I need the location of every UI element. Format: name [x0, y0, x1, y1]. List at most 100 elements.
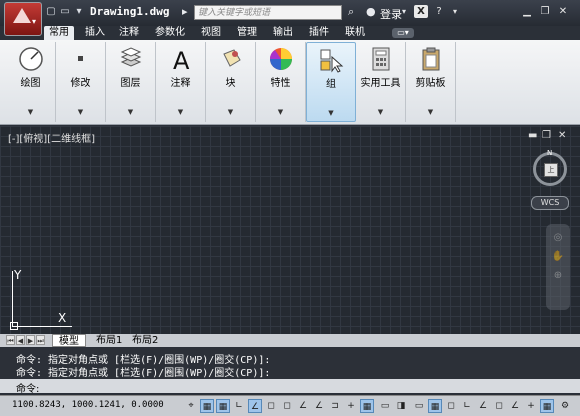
tab-annotate[interactable]: 注释	[114, 26, 144, 40]
drawing-viewport[interactable]: [-][俯视][二维线框] ▬ ❐ ✕ N 上 WCS ◎ ✋ ⊕ Y X	[0, 126, 580, 334]
selection-cycling-icon[interactable]: ◨	[394, 399, 408, 413]
quick-access-dropdown-icon[interactable]: ▾	[72, 6, 86, 18]
zoom-icon[interactable]: ⊕	[546, 270, 570, 281]
grid-toggle-icon[interactable]: ▦	[428, 399, 442, 413]
close-button[interactable]: ✕	[556, 5, 570, 18]
infer-constraints-icon[interactable]: ⌖	[184, 399, 198, 413]
open-file-icon[interactable]: ▭	[58, 6, 72, 18]
autocad-logo-icon	[13, 8, 31, 23]
ucs-origin-marker	[10, 322, 18, 330]
layout-tab-layout2[interactable]: 布局2	[126, 334, 164, 347]
first-layout-arrow-icon[interactable]: ⏮	[6, 335, 15, 345]
panel-draw[interactable]: 绘图 ▼	[6, 42, 56, 122]
object-snap-tracking-icon[interactable]: ∠	[296, 399, 310, 413]
chevron-down-icon[interactable]: ▼	[106, 108, 155, 116]
grid-display-icon[interactable]: ▦	[216, 399, 230, 413]
tab-insert[interactable]: 插入	[80, 26, 110, 40]
cursor-coordinates: 1100.8243, 1000.1241, 0.0000	[12, 400, 164, 410]
command-history: 命令: 指定对角点或 [栏选(F)/圈围(WP)/圈交(CP)]: 命令: 指定…	[0, 348, 580, 379]
command-input[interactable]: 命令:	[0, 379, 580, 395]
ribbon-minimize-toggle[interactable]: ▭▾	[392, 28, 414, 38]
application-menu-button[interactable]: ▾	[4, 2, 42, 36]
panel-annotation[interactable]: A 注释 ▼	[156, 42, 206, 122]
chevron-down-icon[interactable]: ▼	[307, 109, 355, 117]
chevron-down-icon[interactable]: ▼	[256, 108, 305, 116]
panel-block[interactable]: 块 ▼	[206, 42, 256, 122]
search-arrow-icon[interactable]: ▸	[182, 5, 188, 18]
model-space-icon[interactable]: ▭	[412, 399, 426, 413]
calculator-icon	[372, 47, 389, 71]
restore-button[interactable]: ❐	[538, 5, 552, 18]
lineweight-icon[interactable]: +	[344, 399, 358, 413]
minimize-button[interactable]: ▁	[520, 5, 534, 18]
workspace-icon[interactable]: ⚙	[558, 399, 572, 413]
object-snap-icon[interactable]: ◻	[264, 399, 278, 413]
layout-tab-model[interactable]: 模型	[52, 334, 86, 347]
navigation-bar[interactable]: ◎ ✋ ⊕	[546, 224, 570, 310]
help-dropdown-icon[interactable]: ▾	[448, 5, 462, 18]
viewcube-top-face[interactable]: 上	[544, 163, 558, 177]
snap-mode-icon[interactable]: ▦	[200, 399, 214, 413]
tab-manage[interactable]: 管理	[232, 26, 262, 40]
tab-view[interactable]: 视图	[196, 26, 226, 40]
viewcube[interactable]: N 上	[533, 149, 567, 186]
last-layout-arrow-icon[interactable]: ⏭	[36, 335, 45, 345]
chevron-down-icon[interactable]: ▼	[56, 108, 105, 116]
3d-object-snap-icon[interactable]: ◻	[280, 399, 294, 413]
viewport-close-icon[interactable]: ✕	[558, 130, 566, 141]
exchange-app-button[interactable]: X	[414, 5, 428, 18]
block-icon	[222, 49, 241, 67]
user-icon: ●	[366, 5, 376, 18]
panel-properties[interactable]: 特性 ▼	[256, 42, 306, 122]
dynamic-input-icon[interactable]: ⊐	[328, 399, 342, 413]
wcs-menu[interactable]: WCS	[531, 196, 569, 210]
panel-draw-label: 绘图	[20, 78, 41, 89]
otrack-toggle-icon[interactable]: ∠	[508, 399, 522, 413]
binoculars-icon[interactable]: ⌕	[348, 5, 354, 19]
next-layout-arrow-icon[interactable]: ▶	[26, 335, 35, 345]
chevron-down-icon[interactable]: ▼	[356, 108, 405, 116]
command-prompt-label: 命令:	[16, 384, 40, 395]
login-dropdown-icon[interactable]: ▾	[402, 7, 406, 16]
transparency-icon[interactable]: ▦	[360, 399, 374, 413]
chevron-down-icon[interactable]: ▼	[156, 108, 205, 116]
modify-icon	[77, 56, 83, 61]
login-link[interactable]: 登录	[380, 6, 402, 22]
search-input[interactable]: 键入关键字或短语	[194, 5, 342, 20]
pan-hand-icon[interactable]: ✋	[546, 251, 570, 262]
dynamic-ucs-icon[interactable]: ∠	[312, 399, 326, 413]
tab-output[interactable]: 输出	[268, 26, 298, 40]
viewport-restore-icon[interactable]: ❐	[542, 130, 551, 141]
tab-home[interactable]: 常用	[44, 26, 74, 40]
chevron-down-icon[interactable]: ▼	[206, 108, 255, 116]
viewport-controls-label[interactable]: [-][俯视][二维线框]	[8, 130, 95, 145]
help-button[interactable]: ?	[432, 5, 446, 18]
panel-annotation-label: 注释	[170, 78, 191, 89]
lineweight-toggle-icon[interactable]: +	[524, 399, 538, 413]
panel-layers[interactable]: 图层 ▼	[106, 42, 156, 122]
panel-modify[interactable]: 修改 ▼	[56, 42, 106, 122]
steering-wheel-icon[interactable]: ◎	[546, 232, 570, 243]
transparency-toggle-icon[interactable]: ▦	[540, 399, 554, 413]
tab-plugins[interactable]: 插件	[304, 26, 334, 40]
chevron-down-icon[interactable]: ▼	[406, 108, 455, 116]
new-file-icon[interactable]: ▢	[44, 6, 58, 18]
layout-tab-bar: ⏮ ◀ ▶ ⏭ 模型 布局1 布局2	[0, 334, 580, 347]
osnap-toggle-icon[interactable]: ◻	[492, 399, 506, 413]
document-title: Drawing1.dwg	[90, 5, 170, 18]
panel-utilities[interactable]: 实用工具 ▼	[356, 42, 406, 122]
quick-properties-icon[interactable]: ▭	[378, 399, 392, 413]
layout-tab-layout1[interactable]: 布局1	[90, 334, 128, 347]
panel-group[interactable]: 组 ▼	[306, 42, 356, 122]
ortho-toggle-icon[interactable]: ∟	[460, 399, 474, 413]
polar-toggle-icon[interactable]: ∠	[476, 399, 490, 413]
annotation-scale-icon[interactable]: ◻	[444, 399, 458, 413]
prev-layout-arrow-icon[interactable]: ◀	[16, 335, 25, 345]
polar-tracking-icon[interactable]: ∠	[248, 399, 262, 413]
ortho-mode-icon[interactable]: ∟	[232, 399, 246, 413]
viewport-minimize-icon[interactable]: ▬	[528, 130, 537, 141]
tab-online[interactable]: 联机	[340, 26, 370, 40]
panel-clipboard[interactable]: 剪贴板 ▼	[406, 42, 456, 122]
chevron-down-icon[interactable]: ▼	[6, 108, 55, 116]
tab-parametric[interactable]: 参数化	[150, 26, 190, 40]
